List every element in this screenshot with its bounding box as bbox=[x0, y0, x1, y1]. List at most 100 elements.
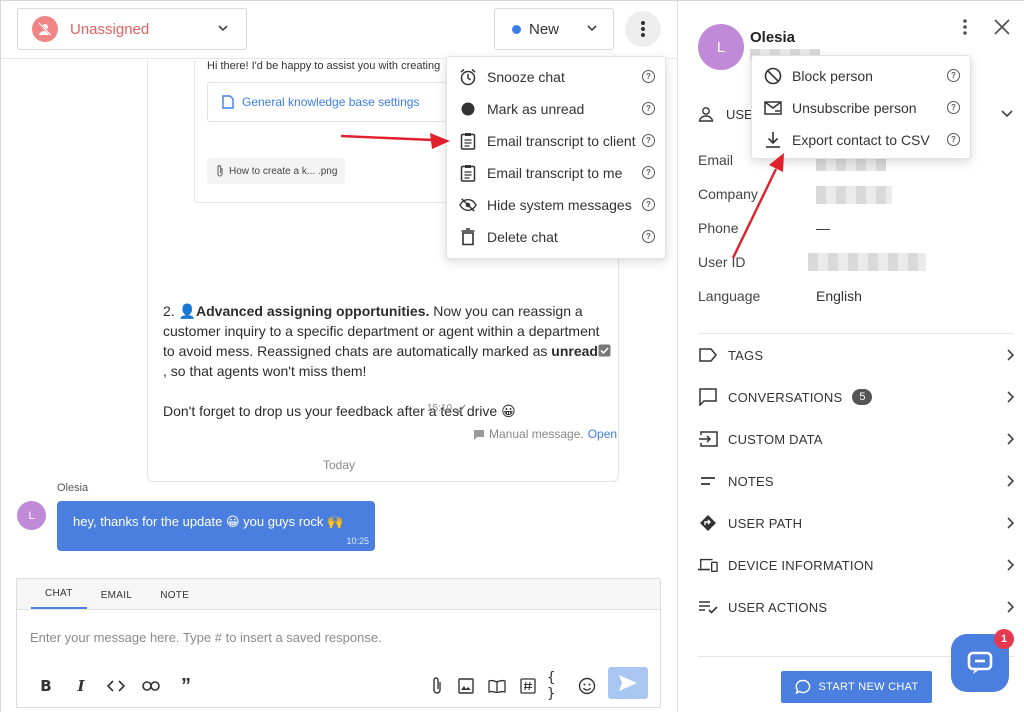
menu-item-hide-system-messages[interactable]: Hide system messages ? bbox=[447, 189, 665, 221]
menu-item-block-person[interactable]: Block person ? bbox=[752, 60, 970, 92]
checkbox-emoji-icon bbox=[598, 343, 611, 359]
help-icon[interactable]: ? bbox=[642, 70, 655, 83]
app-window: Unassigned New Hi there! I'd be happy to… bbox=[0, 0, 1024, 712]
manual-open-link[interactable]: Open bbox=[588, 427, 617, 441]
bold-icon[interactable]: B bbox=[34, 674, 58, 698]
field-label-company: Company bbox=[698, 186, 758, 202]
status-label: New bbox=[529, 20, 560, 38]
field-label-language: Language bbox=[698, 288, 761, 304]
section-custom-data[interactable]: CUSTOM DATA bbox=[698, 424, 1014, 454]
close-icon[interactable] bbox=[993, 18, 1011, 36]
tab-note[interactable]: NOTE bbox=[146, 590, 203, 609]
message-time: 15:10 bbox=[427, 403, 453, 414]
send-button[interactable] bbox=[608, 667, 648, 699]
tab-email[interactable]: EMAIL bbox=[87, 590, 147, 609]
emoji-icon[interactable] bbox=[575, 674, 599, 698]
chat-launcher-icon bbox=[967, 651, 993, 674]
contact-avatar: L bbox=[698, 24, 744, 70]
filled-circle-icon bbox=[459, 100, 477, 118]
image-icon[interactable] bbox=[454, 674, 478, 698]
point-bold-unread: unread bbox=[551, 343, 598, 359]
document-icon bbox=[222, 95, 234, 109]
help-icon[interactable]: ? bbox=[947, 133, 960, 146]
section-device-information[interactable]: DEVICE INFORMATION bbox=[698, 550, 1014, 580]
menu-item-unsubscribe-person[interactable]: Unsubscribe person ? bbox=[752, 92, 970, 124]
speech-bubble-icon bbox=[698, 387, 718, 407]
field-value-phone: — bbox=[816, 220, 830, 236]
help-icon[interactable]: ? bbox=[642, 230, 655, 243]
menu-item-email-transcript-me[interactable]: Email transcript to me ? bbox=[447, 157, 665, 189]
code-icon[interactable] bbox=[104, 674, 128, 698]
agent-message-time: 15:10 bbox=[427, 403, 466, 414]
section-conversations[interactable]: CONVERSATIONS 5 bbox=[698, 382, 1014, 412]
feedback-line: Don't forget to drop us your feedback af… bbox=[163, 403, 516, 419]
tag-icon bbox=[698, 345, 718, 365]
menu-item-snooze-chat[interactable]: Snooze chat ? bbox=[447, 61, 665, 93]
menu-item-export-contact-csv[interactable]: Export contact to CSV ? bbox=[752, 124, 970, 156]
italic-icon[interactable]: I bbox=[69, 674, 93, 698]
chat-bubble-icon bbox=[794, 679, 810, 695]
hashtag-icon[interactable] bbox=[516, 674, 540, 698]
menu-item-label: Email transcript to me bbox=[487, 165, 623, 181]
menu-item-label: Mark as unread bbox=[487, 101, 585, 117]
chevron-right-icon bbox=[1007, 601, 1014, 613]
assignee-dropdown[interactable]: Unassigned bbox=[17, 8, 247, 50]
field-label-email: Email bbox=[698, 152, 734, 168]
help-icon[interactable]: ? bbox=[947, 69, 960, 82]
contact-name: Olesia bbox=[750, 29, 796, 46]
section-label: CUSTOM DATA bbox=[728, 431, 823, 447]
help-icon[interactable]: ? bbox=[642, 134, 655, 147]
kb-card-greeting: Hi there! I'd be happy to assist you wit… bbox=[207, 60, 441, 72]
tab-chat[interactable]: CHAT bbox=[31, 588, 87, 609]
chat-more-options-button[interactable] bbox=[625, 11, 661, 47]
person-emoji-icon: 👤 bbox=[178, 303, 197, 319]
menu-item-delete-chat[interactable]: Delete chat ? bbox=[447, 221, 665, 253]
download-icon bbox=[764, 131, 782, 149]
help-icon[interactable]: ? bbox=[642, 166, 655, 179]
user-info-section-header[interactable]: USE bbox=[698, 106, 753, 122]
conversations-count-badge: 5 bbox=[852, 389, 873, 405]
message-input[interactable]: Enter your message here. Type # to inser… bbox=[17, 610, 660, 664]
paperclip-icon bbox=[217, 165, 223, 177]
chevron-right-icon bbox=[1007, 475, 1014, 487]
braces-icon[interactable]: { } bbox=[547, 670, 571, 702]
unassigned-avatar-icon bbox=[32, 16, 58, 42]
start-new-chat-button[interactable]: START NEW CHAT bbox=[781, 671, 932, 703]
person-icon bbox=[698, 107, 714, 122]
menu-item-mark-unread[interactable]: Mark as unread ? bbox=[447, 93, 665, 125]
section-user-path[interactable]: USER PATH bbox=[698, 508, 1014, 538]
quote-icon[interactable]: ” bbox=[174, 674, 198, 698]
section-notes[interactable]: NOTES bbox=[698, 466, 1014, 496]
composer-toolbar: B I ” {} bbox=[17, 664, 660, 708]
help-icon[interactable]: ? bbox=[947, 101, 960, 114]
field-label-phone: Phone bbox=[698, 220, 739, 236]
redacted-company bbox=[816, 186, 892, 204]
field-value-language: English bbox=[816, 288, 862, 304]
notification-badge: 1 bbox=[994, 629, 1014, 649]
paperclip-icon[interactable] bbox=[425, 674, 449, 698]
menu-item-label: Export contact to CSV bbox=[792, 132, 930, 148]
menu-item-email-transcript-client[interactable]: Email transcript to client ? bbox=[447, 125, 665, 157]
envelope-icon bbox=[764, 99, 782, 117]
day-separator: Today bbox=[322, 458, 356, 472]
contact-more-options-icon[interactable] bbox=[959, 18, 971, 36]
help-icon[interactable]: ? bbox=[642, 102, 655, 115]
user-message-text: hey, thanks for the update 😀 you guys ro… bbox=[73, 514, 344, 529]
kb-article-link[interactable]: General knowledge base settings bbox=[207, 82, 447, 122]
book-icon[interactable] bbox=[485, 674, 509, 698]
eye-slash-icon bbox=[459, 196, 477, 214]
manual-message-note: Manual message. Open bbox=[473, 427, 617, 441]
section-tags[interactable]: TAGS bbox=[698, 340, 1014, 370]
chevron-right-icon bbox=[1007, 349, 1014, 361]
attachment-name: How to create a k... .png bbox=[229, 165, 338, 177]
agent-message-text: 2. 👤Advanced assigning opportunities. No… bbox=[163, 301, 613, 421]
chevron-down-icon[interactable] bbox=[1000, 109, 1014, 119]
message-composer: CHAT EMAIL NOTE Enter your message here.… bbox=[16, 578, 661, 708]
user-avatar: L bbox=[17, 501, 46, 530]
attachment-chip[interactable]: How to create a k... .png bbox=[207, 158, 345, 184]
status-dropdown[interactable]: New bbox=[494, 8, 614, 50]
chevron-down-icon bbox=[216, 21, 230, 40]
link-icon[interactable] bbox=[139, 674, 163, 698]
help-icon[interactable]: ? bbox=[642, 198, 655, 211]
section-user-actions[interactable]: USER ACTIONS bbox=[698, 592, 1014, 622]
